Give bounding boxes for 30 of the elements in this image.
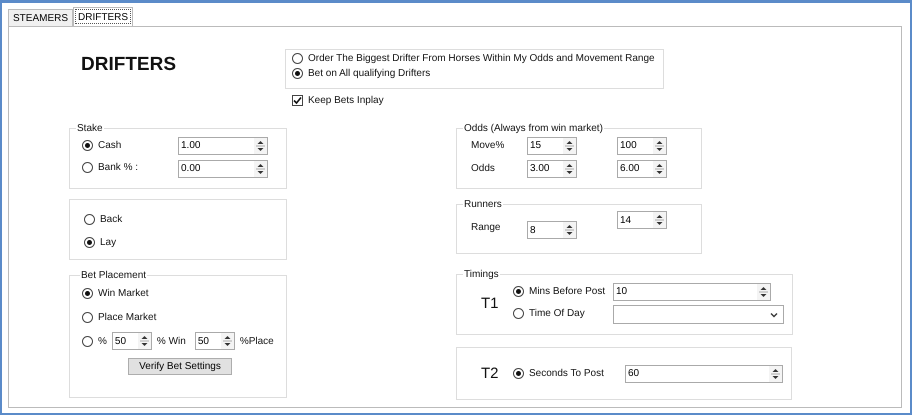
radio-button[interactable]: Seconds To Post (513, 368, 604, 379)
field-label: Move% (470, 140, 506, 151)
tab[interactable]: STEAMERS (8, 9, 74, 26)
radio-button[interactable]: Win Market (82, 288, 149, 298)
radio-button[interactable]: Back (84, 214, 122, 225)
radio-button[interactable]: Place Market (82, 312, 156, 322)
radio-button[interactable]: % (82, 336, 107, 346)
radio-button[interactable]: Lay (84, 237, 116, 248)
field-label: % Win (156, 336, 186, 346)
group-title: Runners (463, 199, 503, 210)
field-label: Range (470, 222, 502, 232)
radio-button[interactable]: Mins Before Post (513, 286, 606, 297)
timing-label: T1 (480, 294, 500, 312)
group-title: Timings (463, 269, 500, 280)
page-title: DRIFTERS (81, 54, 177, 77)
checkbox[interactable]: Keep Bets Inplay (292, 95, 384, 106)
field-label: Odds (470, 163, 496, 174)
radio-button[interactable]: Cash (82, 140, 122, 151)
radio-button[interactable]: Time Of Day (513, 308, 585, 318)
group-title: Odds (Always from win market) (463, 123, 604, 134)
verify-button[interactable]: Verify Bet Settings (128, 358, 232, 375)
timing-label: T2 (480, 365, 500, 382)
group-title: Bet Placement (80, 270, 148, 281)
radio-button[interactable]: Order The Biggest Drifter From Horses Within My Odds and Movement Range (292, 53, 655, 64)
group-title: Stake (76, 123, 104, 134)
chevron-down-icon (770, 312, 778, 318)
radio-button[interactable]: Bank % : (82, 162, 138, 172)
field-label: %Place (240, 336, 274, 346)
radio-button[interactable]: Bet on All qualifying Drifters (292, 68, 655, 79)
tab[interactable]: DRIFTERS (73, 7, 134, 26)
